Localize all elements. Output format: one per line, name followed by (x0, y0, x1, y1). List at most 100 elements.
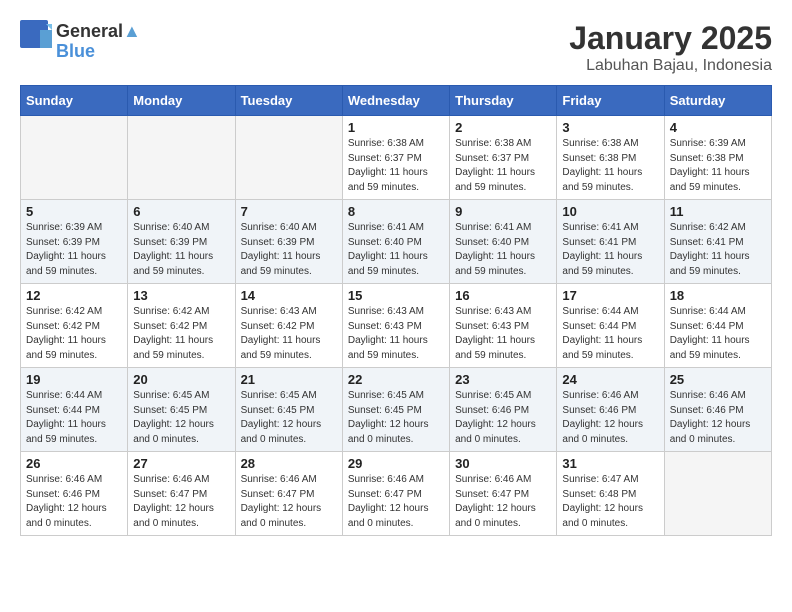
day-info: Sunrise: 6:44 AMSunset: 6:44 PMDaylight:… (670, 305, 766, 363)
day-info: Sunrise: 6:46 AMSunset: 6:47 PMDaylight:… (455, 473, 551, 531)
day-number: 10 (562, 204, 658, 219)
day-number: 12 (26, 288, 122, 303)
calendar-cell: 9Sunrise: 6:41 AMSunset: 6:40 PMDaylight… (450, 200, 557, 284)
day-info: Sunrise: 6:45 AMSunset: 6:45 PMDaylight:… (133, 389, 229, 447)
day-number: 6 (133, 204, 229, 219)
day-number: 1 (348, 120, 444, 135)
day-number: 8 (348, 204, 444, 219)
calendar-cell: 26 Sunrise: 6:46 AMSunset: 6:46 PMDayligh… (21, 452, 128, 536)
day-number: 9 (455, 204, 551, 219)
calendar-cell: 24 Sunrise: 6:46 AMSunset: 6:46 PMDayligh… (557, 368, 664, 452)
logo-general: General (56, 21, 123, 41)
calendar-cell: 30Sunrise: 6:46 AMSunset: 6:47 PMDayligh… (450, 452, 557, 536)
calendar-cell: 20 Sunrise: 6:45 AMSunset: 6:45 PMDayligh… (128, 368, 235, 452)
day-number: 22 (348, 372, 444, 387)
day-info: Sunrise: 6:39 AMSunset: 6:38 PMDaylight:… (670, 137, 766, 195)
day-number: 2 (455, 120, 551, 135)
day-info: Sunrise: 6:39 AMSunset: 6:39 PMDaylight:… (26, 221, 122, 279)
day-info: Sunrise: 6:44 AMSunset: 6:44 PMDaylight:… (562, 305, 658, 363)
day-number: 11 (670, 204, 766, 219)
calendar-cell: 31Sunrise: 6:47 AMSunset: 6:48 PMDayligh… (557, 452, 664, 536)
day-info: Sunrise: 6:41 AMSunset: 6:40 PMDaylight:… (348, 221, 444, 279)
header-day-monday: Monday (128, 86, 235, 116)
day-number: 31 (562, 456, 658, 471)
day-number: 3 (562, 120, 658, 135)
day-number: 5 (26, 204, 122, 219)
day-number: 24 (562, 372, 658, 387)
calendar-cell (21, 116, 128, 200)
day-number: 13 (133, 288, 229, 303)
day-info: Sunrise: 6:45 AMSunset: 6:46 PMDaylight:… (455, 389, 551, 447)
day-number: 15 (348, 288, 444, 303)
day-info: Sunrise: 6:46 AMSunset: 6:47 PMDaylight:… (241, 473, 337, 531)
day-info: Sunrise: 6:46 AMSunset: 6:46 PMDaylight:… (562, 389, 658, 447)
day-info: Sunrise: 6:38 AMSunset: 6:37 PMDaylight:… (348, 137, 444, 195)
calendar-cell: 7 Sunrise: 6:40 AMSunset: 6:39 PMDaylight… (235, 200, 342, 284)
calendar-cell (664, 452, 771, 536)
day-info: Sunrise: 6:45 AMSunset: 6:45 PMDaylight:… (241, 389, 337, 447)
calendar-cell: 2 Sunrise: 6:38 AMSunset: 6:37 PMDaylight… (450, 116, 557, 200)
calendar-cell (235, 116, 342, 200)
day-number: 7 (241, 204, 337, 219)
calendar-cell: 25 Sunrise: 6:46 AMSunset: 6:46 PMDayligh… (664, 368, 771, 452)
calendar-cell: 11 Sunrise: 6:42 AMSunset: 6:41 PMDayligh… (664, 200, 771, 284)
calendar-cell: 4 Sunrise: 6:39 AMSunset: 6:38 PMDaylight… (664, 116, 771, 200)
calendar-table: SundayMondayTuesdayWednesdayThursdayFrid… (20, 85, 772, 536)
calendar-cell: 16Sunrise: 6:43 AMSunset: 6:43 PMDayligh… (450, 284, 557, 368)
logo-icon (20, 20, 52, 63)
day-info: Sunrise: 6:42 AMSunset: 6:42 PMDaylight:… (133, 305, 229, 363)
day-number: 25 (670, 372, 766, 387)
day-number: 29 (348, 456, 444, 471)
day-number: 19 (26, 372, 122, 387)
day-info: Sunrise: 6:43 AMSunset: 6:43 PMDaylight:… (348, 305, 444, 363)
week-row-1: 1 Sunrise: 6:38 AMSunset: 6:37 PMDaylight… (21, 116, 772, 200)
day-info: Sunrise: 6:38 AMSunset: 6:38 PMDaylight:… (562, 137, 658, 195)
day-info: Sunrise: 6:46 AMSunset: 6:46 PMDaylight:… (26, 473, 122, 531)
day-number: 26 (26, 456, 122, 471)
calendar-cell: 17 Sunrise: 6:44 AMSunset: 6:44 PMDayligh… (557, 284, 664, 368)
week-row-2: 5 Sunrise: 6:39 AMSunset: 6:39 PMDaylight… (21, 200, 772, 284)
day-number: 14 (241, 288, 337, 303)
day-info: Sunrise: 6:44 AMSunset: 6:44 PMDaylight:… (26, 389, 122, 447)
day-number: 4 (670, 120, 766, 135)
day-info: Sunrise: 6:40 AMSunset: 6:39 PMDaylight:… (133, 221, 229, 279)
day-info: Sunrise: 6:42 AMSunset: 6:41 PMDaylight:… (670, 221, 766, 279)
day-info: Sunrise: 6:46 AMSunset: 6:47 PMDaylight:… (348, 473, 444, 531)
calendar-cell: 14 Sunrise: 6:43 AMSunset: 6:42 PMDayligh… (235, 284, 342, 368)
day-number: 28 (241, 456, 337, 471)
logo-icon-shape: ▲ (123, 21, 141, 41)
day-number: 27 (133, 456, 229, 471)
day-info: Sunrise: 6:38 AMSunset: 6:37 PMDaylight:… (455, 137, 551, 195)
calendar-cell: 1 Sunrise: 6:38 AMSunset: 6:37 PMDaylight… (342, 116, 449, 200)
day-info: Sunrise: 6:40 AMSunset: 6:39 PMDaylight:… (241, 221, 337, 279)
logo-text: General▲ Blue (56, 22, 141, 62)
calendar-cell: 6 Sunrise: 6:40 AMSunset: 6:39 PMDaylight… (128, 200, 235, 284)
calendar-cell (128, 116, 235, 200)
day-number: 16 (455, 288, 551, 303)
calendar-cell: 29 Sunrise: 6:46 AMSunset: 6:47 PMDayligh… (342, 452, 449, 536)
day-info: Sunrise: 6:41 AMSunset: 6:41 PMDaylight:… (562, 221, 658, 279)
header-day-tuesday: Tuesday (235, 86, 342, 116)
calendar-cell: 23 Sunrise: 6:45 AMSunset: 6:46 PMDayligh… (450, 368, 557, 452)
day-number: 17 (562, 288, 658, 303)
calendar-cell: 19 Sunrise: 6:44 AMSunset: 6:44 PMDayligh… (21, 368, 128, 452)
calendar-cell: 10 Sunrise: 6:41 AMSunset: 6:41 PMDayligh… (557, 200, 664, 284)
calendar-cell: 3 Sunrise: 6:38 AMSunset: 6:38 PMDaylight… (557, 116, 664, 200)
week-row-5: 26 Sunrise: 6:46 AMSunset: 6:46 PMDayligh… (21, 452, 772, 536)
day-info: Sunrise: 6:43 AMSunset: 6:42 PMDaylight:… (241, 305, 337, 363)
day-number: 23 (455, 372, 551, 387)
calendar-cell: 27Sunrise: 6:46 AMSunset: 6:47 PMDayligh… (128, 452, 235, 536)
calendar-cell: 12Sunrise: 6:42 AMSunset: 6:42 PMDayligh… (21, 284, 128, 368)
day-info: Sunrise: 6:46 AMSunset: 6:46 PMDaylight:… (670, 389, 766, 447)
calendar-cell: 13 Sunrise: 6:42 AMSunset: 6:42 PMDayligh… (128, 284, 235, 368)
calendar-cell: 5 Sunrise: 6:39 AMSunset: 6:39 PMDaylight… (21, 200, 128, 284)
day-number: 20 (133, 372, 229, 387)
week-row-4: 19 Sunrise: 6:44 AMSunset: 6:44 PMDayligh… (21, 368, 772, 452)
header-day-wednesday: Wednesday (342, 86, 449, 116)
header-day-saturday: Saturday (664, 86, 771, 116)
logo: General▲ Blue (20, 20, 141, 63)
week-row-3: 12 Sunrise: 6:42 AMSunset: 6:42 PMDayligh… (21, 284, 772, 368)
calendar-cell: 15 Sunrise: 6:43 AMSunset: 6:43 PMDayligh… (342, 284, 449, 368)
header-day-friday: Friday (557, 86, 664, 116)
month-title: January 2025 (569, 20, 772, 57)
